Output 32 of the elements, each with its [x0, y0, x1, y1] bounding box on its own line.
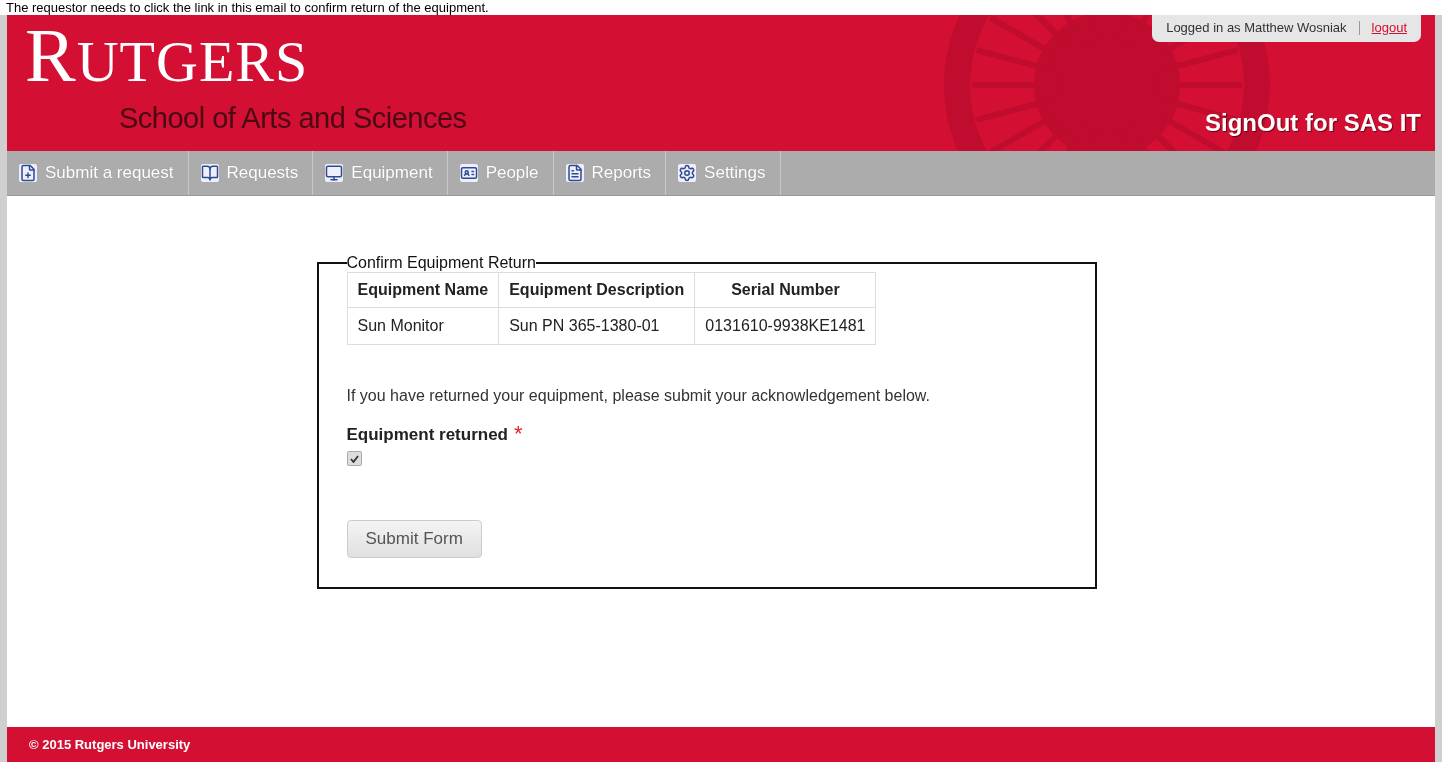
document-icon	[565, 164, 584, 182]
nav-item[interactable]: Requests	[188, 151, 314, 195]
nav-item[interactable]: Submit a request	[7, 151, 189, 195]
column-header: Equipment Description	[498, 272, 695, 308]
monitor-icon	[325, 164, 344, 182]
id-card-icon	[459, 164, 478, 182]
form-plus-icon	[19, 164, 37, 182]
nav-item[interactable]: Reports	[553, 151, 667, 195]
logout-link[interactable]: logout	[1371, 20, 1407, 35]
instruction-text: If you have returned your equipment, please submit your acknowledgement below.	[346, 387, 931, 405]
copyright-text: © 2015 Rutgers University	[29, 737, 191, 752]
field-label: Equipment returned	[346, 425, 508, 445]
school-name: School of Arts and Sciences	[119, 102, 467, 135]
caption-text: The requestor needs to click the link in this email to confirm return of the equipment.	[6, 0, 489, 15]
settings-icon	[678, 164, 697, 182]
table-cell: Sun Monitor	[347, 307, 499, 345]
nav-item[interactable]: People	[447, 151, 554, 195]
form-legend: Confirm Equipment Return	[346, 254, 536, 272]
nav-item[interactable]: Equipment	[313, 151, 448, 195]
column-header: Equipment Name	[347, 272, 499, 308]
required-mark: *	[514, 425, 523, 445]
returned-checkbox[interactable]	[346, 451, 362, 466]
table-cell: 0131610-9938KE1481	[694, 307, 876, 345]
book-icon	[200, 164, 219, 182]
app-title: SignOut for SAS IT	[1205, 109, 1421, 137]
column-header: Serial Number	[694, 272, 876, 308]
checkmark-icon	[349, 454, 359, 463]
logged-in-text: Logged in as Matthew Wosniak	[1166, 20, 1347, 35]
nav-item[interactable]: Settings	[666, 151, 781, 195]
rutgers-logo: RUTGERS	[25, 21, 310, 96]
submit-button[interactable]: Submit Form	[346, 520, 482, 558]
table-cell: Sun PN 365-1380-01	[498, 307, 695, 345]
